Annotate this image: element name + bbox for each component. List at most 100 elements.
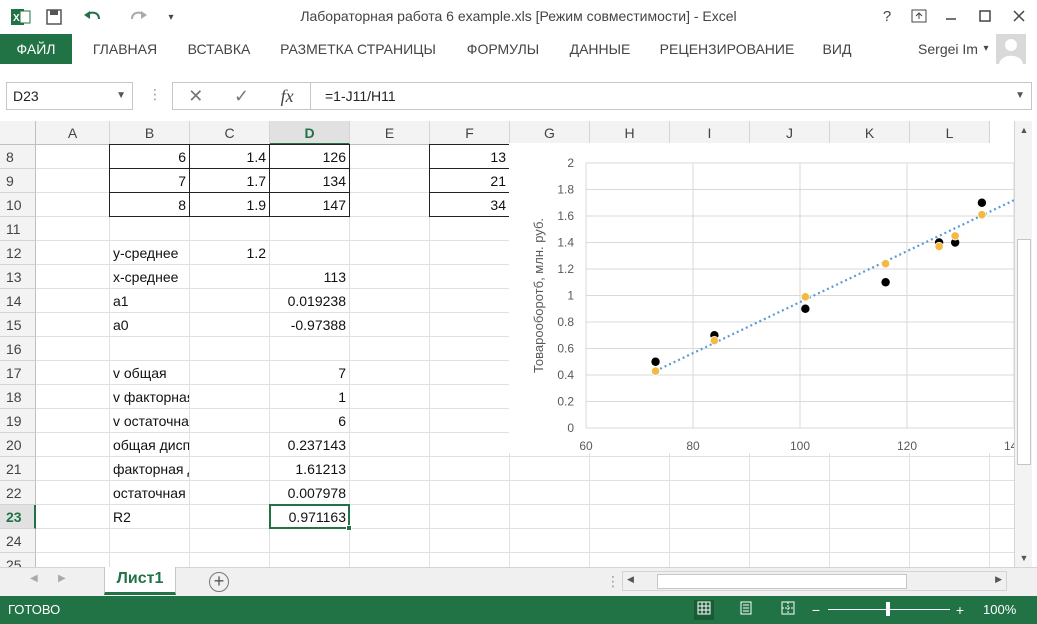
- cell-d15[interactable]: -0.97388: [270, 313, 349, 337]
- tab-page-layout[interactable]: РАЗМЕТКА СТРАНИЦЫ: [272, 34, 444, 64]
- row-header-8[interactable]: 8: [0, 145, 36, 169]
- ribbon-display-icon[interactable]: [904, 4, 934, 28]
- cell-c10[interactable]: 1.9: [190, 193, 269, 217]
- user-name[interactable]: Sergei Im: [908, 34, 988, 64]
- user-menu-chevron-icon[interactable]: ▾: [980, 34, 992, 64]
- cell-b21[interactable]: факторная дисперсия: [110, 457, 189, 481]
- cell-b9[interactable]: 7: [110, 169, 189, 193]
- scroll-down-icon[interactable]: ▼: [1015, 549, 1033, 567]
- row-header-15[interactable]: 15: [0, 313, 36, 337]
- sheet-tab-active[interactable]: Лист1: [104, 567, 176, 595]
- row-header-21[interactable]: 21: [0, 457, 36, 481]
- cell-f9[interactable]: 21: [430, 169, 509, 193]
- column-header-k[interactable]: K: [830, 121, 910, 145]
- row-header-24[interactable]: 24: [0, 529, 36, 553]
- tab-insert[interactable]: ВСТАВКА: [178, 34, 260, 64]
- cell-b18[interactable]: v факторная: [110, 385, 189, 409]
- tab-formulas[interactable]: ФОРМУЛЫ: [460, 34, 546, 64]
- cell-d8[interactable]: 126: [270, 145, 349, 169]
- cell-b23[interactable]: R2: [110, 505, 189, 529]
- cell-b15[interactable]: a0: [110, 313, 189, 337]
- avatar[interactable]: [996, 34, 1026, 64]
- normal-view-icon[interactable]: [694, 600, 714, 620]
- column-header-g[interactable]: G: [510, 121, 590, 145]
- cell-c9[interactable]: 1.7: [190, 169, 269, 193]
- vertical-scroll-thumb[interactable]: [1017, 239, 1031, 465]
- row-header-23[interactable]: 23: [0, 505, 36, 529]
- row-header-10[interactable]: 10: [0, 193, 36, 217]
- cell-d21[interactable]: 1.61213: [270, 457, 349, 481]
- cell-d13[interactable]: 113: [270, 265, 349, 289]
- name-box[interactable]: D23 ▼: [6, 82, 133, 110]
- row-header-12[interactable]: 12: [0, 241, 36, 265]
- cell-d20[interactable]: 0.237143: [270, 433, 349, 457]
- scroll-left-icon[interactable]: ◀: [627, 574, 634, 585]
- name-box-chevron-icon[interactable]: ▼: [116, 83, 126, 109]
- close-icon[interactable]: [1004, 4, 1034, 28]
- prev-sheet-icon[interactable]: ◀: [30, 573, 38, 584]
- chart-point-fitted[interactable]: [880, 259, 891, 269]
- column-header-b[interactable]: B: [110, 121, 190, 145]
- cell-f10[interactable]: 34: [430, 193, 509, 217]
- row-header-17[interactable]: 17: [0, 361, 36, 385]
- tab-review[interactable]: РЕЦЕНЗИРОВАНИЕ: [654, 34, 800, 64]
- chart-point-fitted[interactable]: [650, 366, 661, 376]
- tab-splitter-icon[interactable]: ⋮: [606, 573, 620, 590]
- chart-point-fitted[interactable]: [950, 231, 960, 241]
- minimize-icon[interactable]: [936, 4, 966, 28]
- column-header-h[interactable]: H: [590, 121, 670, 145]
- horizontal-scroll-thumb[interactable]: [657, 574, 907, 589]
- cell-d10[interactable]: 147: [270, 193, 349, 217]
- row-header-18[interactable]: 18: [0, 385, 36, 409]
- zoom-in-icon[interactable]: +: [950, 600, 970, 620]
- row-header-9[interactable]: 9: [0, 169, 36, 193]
- row-header-20[interactable]: 20: [0, 433, 36, 457]
- page-break-view-icon[interactable]: [778, 600, 798, 620]
- column-header-e[interactable]: E: [350, 121, 430, 145]
- page-layout-view-icon[interactable]: [736, 600, 756, 620]
- next-sheet-icon[interactable]: ▶: [58, 573, 66, 584]
- zoom-slider-thumb[interactable]: [886, 602, 890, 616]
- zoom-level[interactable]: 100%: [983, 602, 1016, 617]
- cell-d19[interactable]: 6: [270, 409, 349, 433]
- row-header-22[interactable]: 22: [0, 481, 36, 505]
- scatter-chart[interactable]: 0 0.2 0.4 0.6 0.8 1 1.2 1.4 1.6 1.8 2 60 80 100 120 140…: [509, 143, 1014, 453]
- tab-view[interactable]: ВИД: [816, 34, 858, 64]
- cell-b20[interactable]: общая дисперсия: [110, 433, 189, 457]
- zoom-out-icon[interactable]: −: [806, 600, 826, 620]
- cell-c12[interactable]: 1.2: [190, 241, 269, 265]
- chart-point-actual[interactable]: [801, 304, 810, 313]
- cell-d9[interactable]: 134: [270, 169, 349, 193]
- chart-point-actual[interactable]: [881, 278, 890, 287]
- select-all-corner[interactable]: [0, 121, 36, 145]
- cell-b13[interactable]: x-среднее: [110, 265, 189, 289]
- row-header-13[interactable]: 13: [0, 265, 36, 289]
- column-header-d[interactable]: D: [270, 121, 350, 145]
- fill-handle[interactable]: [346, 525, 352, 531]
- chart-point-fitted[interactable]: [709, 335, 719, 346]
- column-header-a[interactable]: A: [36, 121, 110, 145]
- column-header-j[interactable]: J: [750, 121, 830, 145]
- horizontal-scrollbar[interactable]: ◀ ▶: [622, 571, 1007, 591]
- tab-data[interactable]: ДАННЫЕ: [562, 34, 638, 64]
- selected-cell-outline[interactable]: [269, 504, 352, 531]
- cell-d22[interactable]: 0.007978: [270, 481, 349, 505]
- formula-input[interactable]: =1-J11/H11 ▼: [310, 82, 1032, 110]
- chart-point-actual[interactable]: [651, 357, 660, 366]
- row-header-19[interactable]: 19: [0, 409, 36, 433]
- cell-f8[interactable]: 13: [430, 145, 509, 169]
- chart-point-fitted[interactable]: [977, 210, 987, 220]
- column-header-i[interactable]: I: [670, 121, 750, 145]
- cell-d14[interactable]: 0.019238: [270, 289, 349, 313]
- insert-function-icon[interactable]: fx: [264, 86, 310, 107]
- cell-b14[interactable]: a1: [110, 289, 189, 313]
- cell-b10[interactable]: 8: [110, 193, 189, 217]
- cell-d17[interactable]: 7: [270, 361, 349, 385]
- cell-c8[interactable]: 1.4: [190, 145, 269, 169]
- help-button[interactable]: ?: [872, 4, 902, 28]
- row-header-16[interactable]: 16: [0, 337, 36, 361]
- row-header-11[interactable]: 11: [0, 217, 36, 241]
- tab-file[interactable]: ФАЙЛ: [0, 34, 72, 64]
- column-header-f[interactable]: F: [430, 121, 510, 145]
- column-header-c[interactable]: C: [190, 121, 270, 145]
